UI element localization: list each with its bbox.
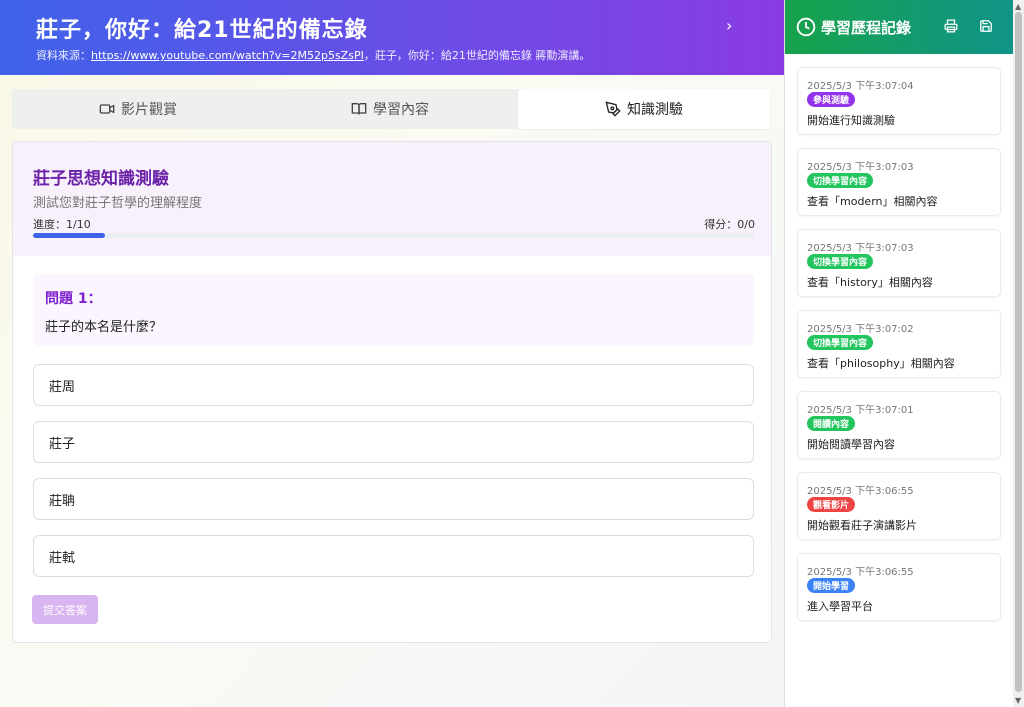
entry-badge: 切換學習內容 [807, 335, 874, 350]
entry-time: 2025/5/3 下午3:07:01 [807, 405, 914, 416]
tab-video[interactable]: 影片觀賞 [12, 89, 264, 129]
entry-badge: 切換學習內容 [807, 254, 874, 269]
answer-option[interactable]: 莊周 [33, 364, 754, 406]
scrollbar-thumb[interactable] [1015, 12, 1022, 692]
save-icon[interactable] [979, 19, 993, 33]
progress-label: 進度：1/10 [33, 218, 91, 231]
scroll-up-icon[interactable]: ▲ [1015, 2, 1021, 11]
page-title: 莊子，你好：給21世紀的備忘錄 [36, 18, 368, 43]
main-panel: 莊子，你好：給21世紀的備忘錄 資料來源：https://www.youtube… [0, 0, 784, 707]
question-text: 莊子的本名是什麼？ [45, 320, 163, 335]
chevron-right-icon[interactable]: › [726, 16, 732, 35]
page-header: 莊子，你好：給21世紀的備忘錄 資料來源：https://www.youtube… [0, 0, 784, 75]
entry-badge: 觀看影片 [807, 497, 856, 512]
tab-quiz[interactable]: 知識測驗 [518, 89, 770, 129]
entry-description: 開始閱讀學習內容 [807, 438, 895, 451]
entry-description: 開始進行知識測驗 [807, 114, 895, 127]
sidebar-header: 學習歷程記錄 [785, 0, 1014, 54]
tab-content-label: 學習內容 [373, 102, 429, 118]
question-box: 問題 1： 莊子的本名是什麼？ [33, 274, 754, 346]
sidebar-title: 學習歷程記錄 [821, 19, 912, 37]
entry-time: 2025/5/3 下午3:07:03 [807, 162, 914, 173]
entry-time: 2025/5/3 下午3:06:55 [807, 567, 914, 578]
entry-time: 2025/5/3 下午3:07:04 [807, 81, 914, 92]
answer-option[interactable]: 莊軾 [33, 535, 754, 577]
submit-answer-button[interactable]: 提交答案 [32, 595, 98, 624]
entry-time: 2025/5/3 下午3:07:02 [807, 324, 914, 335]
quiz-card: 莊子思想知識測驗 測試您對莊子哲學的理解程度 進度：1/10 得分：0/0 問題… [12, 141, 772, 643]
entry-description: 查看「modern」相關內容 [807, 195, 938, 208]
progress-bar [33, 233, 754, 238]
score-label: 得分：0/0 [704, 218, 755, 231]
scroll-down-icon[interactable]: ▼ [1015, 696, 1021, 705]
history-sidebar: 學習歷程記錄 2025/5/3 下午3:07:04 參與測驗 開始進行知識測驗 … [784, 0, 1014, 707]
history-entry: 2025/5/3 下午3:07:02 切換學習內容 查看「philosophy」… [797, 310, 1001, 378]
answer-option[interactable]: 莊聃 [33, 478, 754, 520]
history-entry: 2025/5/3 下午3:07:04 參與測驗 開始進行知識測驗 [797, 67, 1001, 135]
entry-time: 2025/5/3 下午3:06:55 [807, 486, 914, 497]
quiz-subtitle: 測試您對莊子哲學的理解程度 [33, 196, 203, 211]
history-entry: 2025/5/3 下午3:06:55 觀看影片 開始觀看莊子演講影片 [797, 472, 1001, 540]
tab-video-label: 影片觀賞 [121, 102, 177, 118]
source-suffix: ，莊子，你好：給21世紀的備忘錄 蔣勳演講。 [363, 49, 591, 62]
entry-badge: 閱讀內容 [807, 416, 856, 431]
quiz-title: 莊子思想知識測驗 [33, 169, 169, 189]
question-number: 問題 1： [45, 291, 102, 307]
source-prefix: 資料來源： [36, 49, 91, 62]
tab-bar: 影片觀賞 學習內容 知識測驗 [12, 89, 770, 129]
progress-fill [33, 233, 106, 238]
tab-content[interactable]: 學習內容 [264, 89, 516, 129]
answer-option[interactable]: 莊子 [33, 421, 754, 463]
tab-quiz-label: 知識測驗 [627, 102, 683, 118]
history-entry: 2025/5/3 下午3:07:03 切換學習內容 查看「modern」相關內容 [797, 148, 1001, 216]
quiz-header: 莊子思想知識測驗 測試您對莊子哲學的理解程度 進度：1/10 得分：0/0 [13, 142, 771, 256]
video-icon [99, 104, 115, 114]
entry-description: 查看「philosophy」相關內容 [807, 357, 955, 370]
pen-icon [605, 101, 621, 117]
book-icon [351, 103, 367, 115]
history-entry: 2025/5/3 下午3:07:03 切換學習內容 查看「history」相關內… [797, 229, 1001, 297]
page-scrollbar[interactable]: ▲ ▼ [1013, 0, 1024, 707]
entry-badge: 參與測驗 [807, 92, 856, 107]
printer-icon[interactable] [944, 19, 958, 33]
source-line: 資料來源：https://www.youtube.com/watch?v=2M5… [36, 47, 590, 63]
source-link[interactable]: https://www.youtube.com/watch?v=2M52p5sZ… [91, 49, 364, 62]
entry-description: 查看「history」相關內容 [807, 276, 933, 289]
entry-time: 2025/5/3 下午3:07:03 [807, 243, 914, 254]
entry-description: 開始觀看莊子演講影片 [807, 519, 917, 532]
entry-badge: 開始學習 [807, 578, 856, 593]
clock-icon [796, 17, 816, 37]
entry-description: 進入學習平台 [807, 600, 873, 613]
history-entry: 2025/5/3 下午3:06:55 開始學習 進入學習平台 [797, 553, 1001, 621]
history-entry: 2025/5/3 下午3:07:01 閱讀內容 開始閱讀學習內容 [797, 391, 1001, 459]
entry-badge: 切換學習內容 [807, 173, 874, 188]
